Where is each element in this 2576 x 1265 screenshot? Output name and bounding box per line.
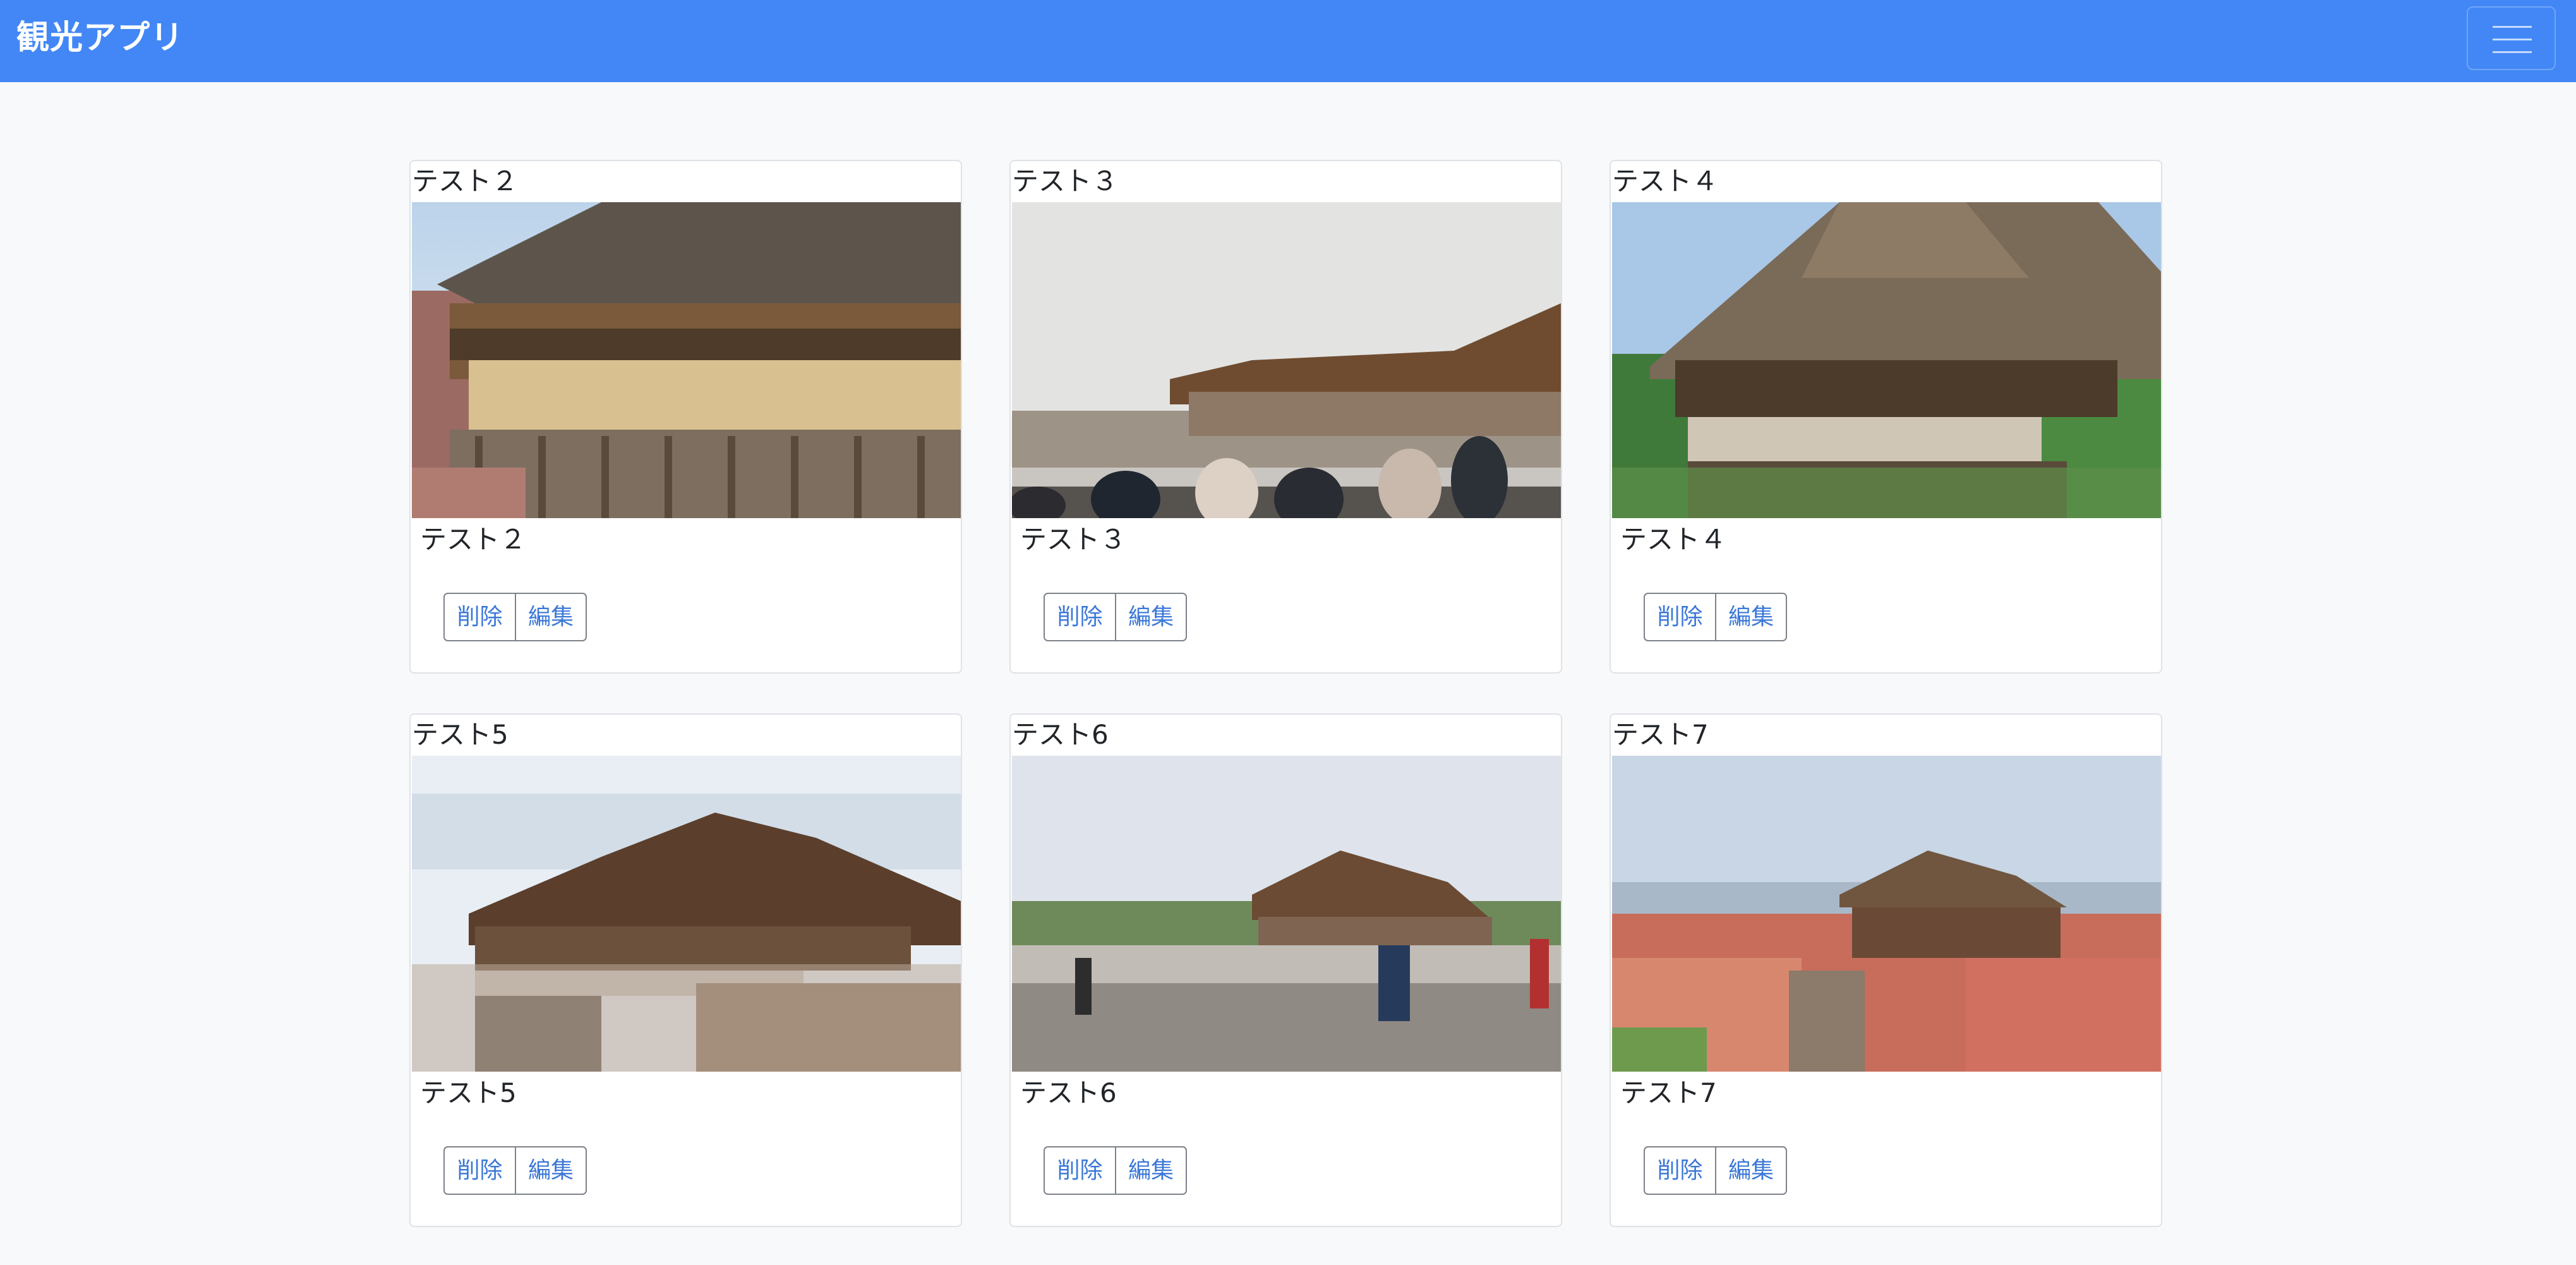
card-actions: 削除 編集 (1644, 593, 1787, 641)
card-title: テスト４ (1620, 524, 1727, 555)
edit-button[interactable]: 編集 (1716, 1146, 1787, 1195)
card-actions: 削除 編集 (1644, 1146, 1787, 1195)
edit-button[interactable]: 編集 (1116, 1146, 1187, 1195)
spot-card: テスト４ テスト４ 削除 編集 (1610, 160, 2162, 674)
delete-button[interactable]: 削除 (1644, 1146, 1716, 1195)
spot-card: テスト7 テスト7 削除 編集 (1610, 713, 2162, 1227)
card-title: テスト３ (1020, 524, 1127, 555)
card-actions: 削除 編集 (1044, 1146, 1187, 1195)
card-actions: 削除 編集 (443, 1146, 587, 1195)
card-header: テスト5 (412, 719, 509, 750)
card-header: テスト7 (1612, 719, 1709, 750)
card-actions: 削除 編集 (1044, 593, 1187, 641)
delete-button[interactable]: 削除 (1044, 1146, 1116, 1195)
delete-button[interactable]: 削除 (443, 1146, 516, 1195)
card-photo (1012, 202, 1561, 518)
delete-button[interactable]: 削除 (1644, 593, 1716, 641)
card-title: テスト6 (1020, 1077, 1117, 1108)
card-photo (412, 202, 961, 518)
edit-button[interactable]: 編集 (516, 593, 587, 641)
delete-button[interactable]: 削除 (443, 593, 516, 641)
card-title: テスト２ (420, 524, 527, 555)
edit-button[interactable]: 編集 (1116, 593, 1187, 641)
card-header: テスト３ (1012, 166, 1119, 197)
card-title: テスト5 (420, 1077, 517, 1108)
card-photo (412, 756, 961, 1072)
spot-card: テスト6 テスト6 削除 編集 (1009, 713, 1562, 1227)
card-title: テスト7 (1620, 1077, 1717, 1108)
card-header: テスト２ (412, 166, 519, 197)
card-actions: 削除 編集 (443, 593, 587, 641)
card-photo (1012, 756, 1561, 1072)
navbar-toggler-button[interactable] (2467, 6, 2556, 70)
spot-card: テスト２ テスト２ 削除 編集 (409, 160, 962, 674)
card-header: テスト４ (1612, 166, 1719, 197)
card-photo (1612, 756, 2161, 1072)
card-photo (1612, 202, 2161, 518)
card-header: テスト6 (1012, 719, 1109, 750)
hamburger-menu-icon (2493, 26, 2532, 53)
delete-button[interactable]: 削除 (1044, 593, 1116, 641)
navbar: 観光アプリ (0, 0, 2576, 82)
spot-card: テスト5 テスト5 削除 編集 (409, 713, 962, 1227)
edit-button[interactable]: 編集 (1716, 593, 1787, 641)
edit-button[interactable]: 編集 (516, 1146, 587, 1195)
app-brand[interactable]: 観光アプリ (16, 18, 184, 58)
spot-card: テスト３ テスト３ 削除 編集 (1009, 160, 1562, 674)
